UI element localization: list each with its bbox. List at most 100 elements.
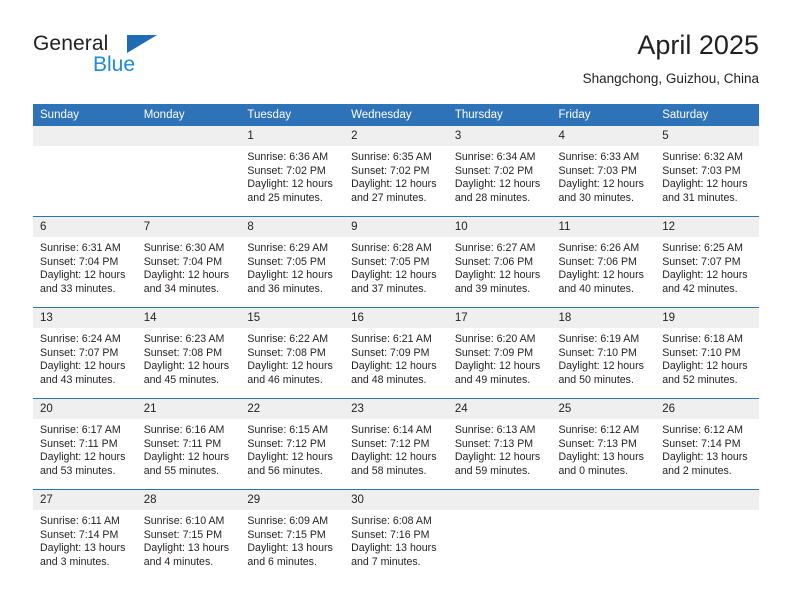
sunset-text: Sunset: 7:06 PM bbox=[454, 255, 534, 268]
general-blue-logo[interactable]: General Blue bbox=[33, 32, 163, 88]
day-cell[interactable]: 11 Sunrise: 6:26 AM Sunset: 7:06 PM Dayl… bbox=[551, 216, 656, 308]
day-cell[interactable]: 23 Sunrise: 6:14 AM Sunset: 7:12 PM Dayl… bbox=[344, 398, 448, 490]
sunset-text: Sunset: 7:08 PM bbox=[247, 346, 326, 359]
day-number bbox=[33, 126, 137, 146]
day-cell[interactable]: 22 Sunrise: 6:15 AM Sunset: 7:12 PM Dayl… bbox=[240, 398, 345, 490]
sunset-text: Sunset: 7:09 PM bbox=[351, 346, 430, 359]
day-cell[interactable] bbox=[551, 489, 656, 580]
logo-text-blue: Blue bbox=[93, 53, 136, 76]
day-cell[interactable]: 19 Sunrise: 6:18 AM Sunset: 7:10 PM Dayl… bbox=[655, 307, 759, 399]
sunset-text: Sunset: 7:03 PM bbox=[558, 164, 637, 177]
day-cell[interactable]: 3 Sunrise: 6:34 AM Sunset: 7:02 PM Dayli… bbox=[447, 126, 552, 217]
day-cell[interactable]: 20 Sunrise: 6:17 AM Sunset: 7:11 PM Dayl… bbox=[33, 398, 137, 490]
daylight-text-line2: and 48 minutes. bbox=[351, 373, 427, 386]
day-cell[interactable]: 2 Sunrise: 6:35 AM Sunset: 7:02 PM Dayli… bbox=[344, 126, 448, 217]
sunrise-text: Sunrise: 6:29 AM bbox=[247, 242, 329, 254]
day-cell[interactable]: 7 Sunrise: 6:30 AM Sunset: 7:04 PM Dayli… bbox=[136, 216, 241, 308]
day-number: 21 bbox=[136, 399, 241, 419]
day-cell[interactable]: 10 Sunrise: 6:27 AM Sunset: 7:06 PM Dayl… bbox=[447, 216, 552, 308]
day-number: 19 bbox=[655, 308, 759, 328]
day-cell[interactable]: 27 Sunrise: 6:11 AM Sunset: 7:14 PM Dayl… bbox=[33, 489, 137, 580]
sunset-text: Sunset: 7:02 PM bbox=[351, 164, 430, 177]
daylight-text-line2: and 43 minutes. bbox=[40, 373, 116, 386]
day-cell[interactable]: 16 Sunrise: 6:21 AM Sunset: 7:09 PM Dayl… bbox=[344, 307, 448, 399]
day-details: Sunrise: 6:17 AM Sunset: 7:11 PM Dayligh… bbox=[33, 419, 137, 478]
sunset-text: Sunset: 7:13 PM bbox=[454, 437, 534, 450]
day-cell[interactable]: 9 Sunrise: 6:28 AM Sunset: 7:05 PM Dayli… bbox=[344, 216, 448, 308]
sunset-text: Sunset: 7:08 PM bbox=[143, 346, 223, 359]
day-number: 20 bbox=[33, 399, 137, 419]
daylight-text-line2: and 52 minutes. bbox=[662, 373, 738, 386]
day-cell[interactable]: 5 Sunrise: 6:32 AM Sunset: 7:03 PM Dayli… bbox=[655, 126, 759, 217]
sunset-text: Sunset: 7:03 PM bbox=[662, 164, 741, 177]
sunrise-text: Sunrise: 6:08 AM bbox=[351, 515, 432, 527]
daylight-text-line1: Daylight: 12 hours bbox=[247, 178, 333, 191]
day-details: Sunrise: 6:29 AM Sunset: 7:05 PM Dayligh… bbox=[240, 237, 344, 296]
daylight-text-line1: Daylight: 12 hours bbox=[40, 360, 126, 373]
day-cell[interactable]: 18 Sunrise: 6:19 AM Sunset: 7:10 PM Dayl… bbox=[551, 307, 656, 399]
day-cell[interactable]: 8 Sunrise: 6:29 AM Sunset: 7:05 PM Dayli… bbox=[240, 216, 345, 308]
day-cell[interactable]: 24 Sunrise: 6:13 AM Sunset: 7:13 PM Dayl… bbox=[447, 398, 552, 490]
day-cell[interactable] bbox=[655, 489, 759, 580]
daylight-text-line2: and 3 minutes. bbox=[40, 555, 110, 568]
day-cell[interactable]: 12 Sunrise: 6:25 AM Sunset: 7:07 PM Dayl… bbox=[655, 216, 759, 308]
daylight-text-line2: and 30 minutes. bbox=[558, 191, 634, 204]
daylight-text-line2: and 59 minutes. bbox=[454, 464, 531, 477]
day-number: 24 bbox=[447, 399, 552, 419]
day-details: Sunrise: 6:28 AM Sunset: 7:05 PM Dayligh… bbox=[344, 237, 448, 296]
daylight-text-line2: and 36 minutes. bbox=[247, 282, 323, 295]
daylight-text-line1: Daylight: 12 hours bbox=[351, 178, 437, 191]
day-cell[interactable] bbox=[136, 126, 241, 217]
day-cell[interactable]: 17 Sunrise: 6:20 AM Sunset: 7:09 PM Dayl… bbox=[447, 307, 552, 399]
sunset-text: Sunset: 7:12 PM bbox=[247, 437, 326, 450]
sunrise-text: Sunrise: 6:12 AM bbox=[662, 424, 743, 436]
day-cell[interactable]: 21 Sunrise: 6:16 AM Sunset: 7:11 PM Dayl… bbox=[136, 398, 241, 490]
daylight-text-line1: Daylight: 12 hours bbox=[351, 360, 437, 373]
calendar-body: 1 Sunrise: 6:36 AM Sunset: 7:02 PM Dayli… bbox=[33, 126, 759, 580]
weekday-header-wednesday: Wednesday bbox=[344, 104, 448, 126]
day-details bbox=[137, 146, 241, 151]
day-number: 25 bbox=[551, 399, 656, 419]
day-cell[interactable]: 6 Sunrise: 6:31 AM Sunset: 7:04 PM Dayli… bbox=[33, 216, 137, 308]
day-number: 6 bbox=[33, 217, 137, 237]
daylight-text-line1: Daylight: 12 hours bbox=[662, 269, 748, 282]
sunset-text: Sunset: 7:14 PM bbox=[40, 528, 119, 541]
sunrise-text: Sunrise: 6:18 AM bbox=[662, 333, 743, 345]
sunrise-text: Sunrise: 6:31 AM bbox=[40, 242, 121, 254]
day-cell[interactable]: 13 Sunrise: 6:24 AM Sunset: 7:07 PM Dayl… bbox=[33, 307, 137, 399]
daylight-text-line1: Daylight: 12 hours bbox=[558, 269, 644, 282]
day-cell[interactable]: 15 Sunrise: 6:22 AM Sunset: 7:08 PM Dayl… bbox=[240, 307, 345, 399]
day-number: 14 bbox=[136, 308, 241, 328]
daylight-text-line1: Daylight: 12 hours bbox=[247, 269, 333, 282]
daylight-text-line1: Daylight: 12 hours bbox=[454, 269, 541, 282]
sunset-text: Sunset: 7:05 PM bbox=[247, 255, 326, 268]
calendar-week-row: 6 Sunrise: 6:31 AM Sunset: 7:04 PM Dayli… bbox=[33, 216, 759, 308]
day-cell[interactable]: 25 Sunrise: 6:12 AM Sunset: 7:13 PM Dayl… bbox=[551, 398, 656, 490]
daylight-text-line2: and 34 minutes. bbox=[143, 282, 220, 295]
day-cell[interactable]: 28 Sunrise: 6:10 AM Sunset: 7:15 PM Dayl… bbox=[136, 489, 241, 580]
sunrise-text: Sunrise: 6:25 AM bbox=[662, 242, 743, 254]
day-cell[interactable] bbox=[33, 126, 137, 217]
day-details: Sunrise: 6:14 AM Sunset: 7:12 PM Dayligh… bbox=[344, 419, 448, 478]
day-cell[interactable]: 30 Sunrise: 6:08 AM Sunset: 7:16 PM Dayl… bbox=[344, 489, 448, 580]
day-number: 28 bbox=[136, 490, 241, 510]
day-cell[interactable]: 4 Sunrise: 6:33 AM Sunset: 7:03 PM Dayli… bbox=[551, 126, 656, 217]
day-details: Sunrise: 6:24 AM Sunset: 7:07 PM Dayligh… bbox=[33, 328, 137, 387]
day-cell[interactable]: 29 Sunrise: 6:09 AM Sunset: 7:15 PM Dayl… bbox=[240, 489, 345, 580]
day-cell[interactable] bbox=[447, 489, 552, 580]
day-number: 22 bbox=[240, 399, 345, 419]
day-number: 30 bbox=[344, 490, 448, 510]
day-details: Sunrise: 6:10 AM Sunset: 7:15 PM Dayligh… bbox=[137, 510, 241, 569]
day-number: 4 bbox=[551, 126, 656, 146]
day-details: Sunrise: 6:35 AM Sunset: 7:02 PM Dayligh… bbox=[344, 146, 448, 205]
sunrise-text: Sunrise: 6:16 AM bbox=[143, 424, 225, 436]
weekday-header-monday: Monday bbox=[136, 104, 241, 126]
daylight-text-line1: Daylight: 12 hours bbox=[662, 360, 748, 373]
day-number: 16 bbox=[344, 308, 448, 328]
day-number: 2 bbox=[344, 126, 448, 146]
day-cell[interactable]: 14 Sunrise: 6:23 AM Sunset: 7:08 PM Dayl… bbox=[136, 307, 241, 399]
weekday-header-sunday: Sunday bbox=[33, 104, 137, 126]
sunrise-text: Sunrise: 6:22 AM bbox=[247, 333, 329, 345]
day-cell[interactable]: 1 Sunrise: 6:36 AM Sunset: 7:02 PM Dayli… bbox=[240, 126, 345, 217]
day-cell[interactable]: 26 Sunrise: 6:12 AM Sunset: 7:14 PM Dayl… bbox=[655, 398, 759, 490]
